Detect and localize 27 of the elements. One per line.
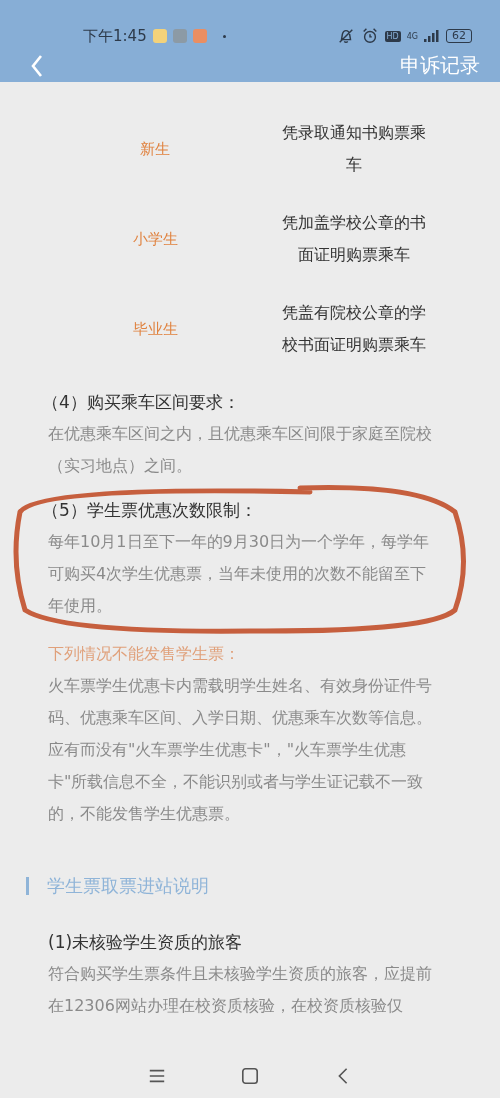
hd-badge: HD [384,30,401,42]
category-description: 凭录取通知书购票乘车 [281,122,427,176]
home-button[interactable] [241,1066,259,1085]
section-heading: （5）学生票优惠次数限制： [42,499,258,522]
category-description: 凭加盖学校公章的书面证明购票乘车 [281,212,427,266]
section-heading: （4）购买乘车区间要求： [42,391,241,414]
notification-icon [192,29,207,43]
bell-muted-icon [336,27,355,45]
category-label: 小学生 [131,229,179,249]
category-description: 凭盖有院校公章的学校书面证明购票乘车 [281,302,427,356]
category-label: 毕业生 [131,319,179,339]
page-title: 申诉记录 [400,52,480,79]
notification-icon [172,29,187,43]
dot-icon [222,34,226,38]
sub-heading: (1)未核验学生资质的旅客 [48,931,244,954]
paragraph: 符合购买学生票条件且未核验学生资质的旅客，应提前在12306网站办理在校资质核验，在校资质核验仅 [48,963,433,1017]
status-time: 下午1:45 [83,26,147,46]
notification-icon [152,29,167,43]
battery-indicator: 62 [446,29,472,43]
category-label: 新生 [139,139,171,159]
paragraph: 在优惠乘车区间之内，且优惠乘车区间限于家庭至院校（实习地点）之间。 [48,423,433,477]
paragraph: 火车票学生优惠卡内需载明学生姓名、有效身份证件号码、优惠乘车区间、入学日期、优惠乘车次数等信息。应有而没有"火车票学生优惠卡"，"火车票学生优惠卡"所载信息不全，不能识别或者与学生证记载不一致的，不能发售学生优惠票。 [48,675,433,825]
section-title: 学生票取票进站说明 [26,870,452,902]
warning-heading: 下列情况不能发售学生票： [48,643,241,665]
signal-icon [424,30,440,42]
paragraph: 每年10月1日至下一年的9月30日为一个学年，每学年可购买4次学生优惠票，当年未使用的次数不能留至下年使用。 [48,531,431,617]
network-label: 4G [406,31,418,41]
